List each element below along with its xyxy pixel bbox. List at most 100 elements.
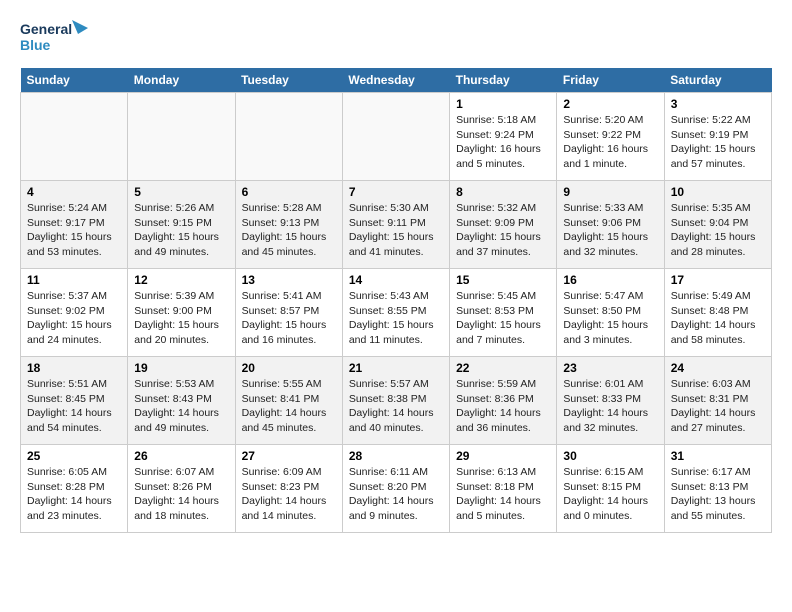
day-info: Sunrise: 5:47 AM Sunset: 8:50 PM Dayligh… [563,289,657,348]
day-info: Sunrise: 5:26 AM Sunset: 9:15 PM Dayligh… [134,201,228,260]
col-header-monday: Monday [128,68,235,93]
day-info: Sunrise: 6:05 AM Sunset: 8:28 PM Dayligh… [27,465,121,524]
calendar-cell: 7 Sunrise: 5:30 AM Sunset: 9:11 PM Daylig… [342,181,449,269]
calendar-cell [128,93,235,181]
col-header-friday: Friday [557,68,664,93]
day-info: Sunrise: 6:03 AM Sunset: 8:31 PM Dayligh… [671,377,765,436]
day-info: Sunrise: 5:30 AM Sunset: 9:11 PM Dayligh… [349,201,443,260]
day-info: Sunrise: 6:01 AM Sunset: 8:33 PM Dayligh… [563,377,657,436]
day-info: Sunrise: 5:20 AM Sunset: 9:22 PM Dayligh… [563,113,657,172]
calendar-cell: 6Sunrise: 5:28 AM Sunset: 9:13 PM Daylig… [235,181,342,269]
calendar-cell: 14 Sunrise: 5:43 AM Sunset: 8:55 PM Dayli… [342,269,449,357]
week-row-2: 4 Sunrise: 5:24 AM Sunset: 9:17 PM Daylig… [21,181,772,269]
week-row-1: 1 Sunrise: 5:18 AM Sunset: 9:24 PM Daylig… [21,93,772,181]
day-number: 21 [349,361,443,375]
day-number: 19 [134,361,228,375]
day-number: 26 [134,449,228,463]
calendar-cell: 18Sunrise: 5:51 AM Sunset: 8:45 PM Dayli… [21,357,128,445]
day-number: 10 [671,185,765,199]
day-info: Sunrise: 6:17 AM Sunset: 8:13 PM Dayligh… [671,465,765,524]
day-info: Sunrise: 5:39 AM Sunset: 9:00 PM Dayligh… [134,289,228,348]
calendar-cell [342,93,449,181]
week-row-4: 18Sunrise: 5:51 AM Sunset: 8:45 PM Dayli… [21,357,772,445]
day-number: 30 [563,449,657,463]
day-number: 4 [27,185,121,199]
week-row-5: 25 Sunrise: 6:05 AM Sunset: 8:28 PM Dayli… [21,445,772,533]
day-number: 18 [27,361,121,375]
day-number: 29 [456,449,550,463]
day-info: Sunrise: 5:55 AM Sunset: 8:41 PM Dayligh… [242,377,336,436]
day-number: 15 [456,273,550,287]
day-info: Sunrise: 5:32 AM Sunset: 9:09 PM Dayligh… [456,201,550,260]
day-number: 7 [349,185,443,199]
day-number: 28 [349,449,443,463]
calendar-cell: 15 Sunrise: 5:45 AM Sunset: 8:53 PM Dayli… [450,269,557,357]
calendar-cell: 29 Sunrise: 6:13 AM Sunset: 8:18 PM Dayli… [450,445,557,533]
calendar-cell: 30 Sunrise: 6:15 AM Sunset: 8:15 PM Dayli… [557,445,664,533]
day-number: 20 [242,361,336,375]
calendar-cell [235,93,342,181]
col-header-thursday: Thursday [450,68,557,93]
day-number: 8 [456,185,550,199]
calendar-cell: 21 Sunrise: 5:57 AM Sunset: 8:38 PM Dayli… [342,357,449,445]
calendar-cell: 5 Sunrise: 5:26 AM Sunset: 9:15 PM Daylig… [128,181,235,269]
day-number: 22 [456,361,550,375]
calendar-cell: 9 Sunrise: 5:33 AM Sunset: 9:06 PM Daylig… [557,181,664,269]
week-row-3: 11 Sunrise: 5:37 AM Sunset: 9:02 PM Dayli… [21,269,772,357]
calendar-cell: 24 Sunrise: 6:03 AM Sunset: 8:31 PM Dayli… [664,357,771,445]
day-number: 12 [134,273,228,287]
calendar-cell: 28Sunrise: 6:11 AM Sunset: 8:20 PM Dayli… [342,445,449,533]
day-info: Sunrise: 5:59 AM Sunset: 8:36 PM Dayligh… [456,377,550,436]
col-header-tuesday: Tuesday [235,68,342,93]
calendar-cell: 4 Sunrise: 5:24 AM Sunset: 9:17 PM Daylig… [21,181,128,269]
day-number: 2 [563,97,657,111]
day-number: 25 [27,449,121,463]
day-info: Sunrise: 5:35 AM Sunset: 9:04 PM Dayligh… [671,201,765,260]
col-header-wednesday: Wednesday [342,68,449,93]
page-header: GeneralBlue [20,16,772,56]
calendar-cell: 27Sunrise: 6:09 AM Sunset: 8:23 PM Dayli… [235,445,342,533]
day-info: Sunrise: 5:33 AM Sunset: 9:06 PM Dayligh… [563,201,657,260]
day-number: 3 [671,97,765,111]
day-number: 14 [349,273,443,287]
day-info: Sunrise: 6:13 AM Sunset: 8:18 PM Dayligh… [456,465,550,524]
day-info: Sunrise: 5:24 AM Sunset: 9:17 PM Dayligh… [27,201,121,260]
calendar-cell: 10 Sunrise: 5:35 AM Sunset: 9:04 PM Dayli… [664,181,771,269]
logo-svg: GeneralBlue [20,16,90,56]
day-info: Sunrise: 5:41 AM Sunset: 8:57 PM Dayligh… [242,289,336,348]
calendar-cell: 17Sunrise: 5:49 AM Sunset: 8:48 PM Dayli… [664,269,771,357]
day-info: Sunrise: 5:45 AM Sunset: 8:53 PM Dayligh… [456,289,550,348]
day-info: Sunrise: 5:37 AM Sunset: 9:02 PM Dayligh… [27,289,121,348]
calendar-cell: 8 Sunrise: 5:32 AM Sunset: 9:09 PM Daylig… [450,181,557,269]
calendar-cell [21,93,128,181]
day-number: 9 [563,185,657,199]
calendar-cell: 2 Sunrise: 5:20 AM Sunset: 9:22 PM Daylig… [557,93,664,181]
day-info: Sunrise: 5:22 AM Sunset: 9:19 PM Dayligh… [671,113,765,172]
day-info: Sunrise: 5:18 AM Sunset: 9:24 PM Dayligh… [456,113,550,172]
calendar-cell: 26Sunrise: 6:07 AM Sunset: 8:26 PM Dayli… [128,445,235,533]
day-number: 31 [671,449,765,463]
day-info: Sunrise: 5:49 AM Sunset: 8:48 PM Dayligh… [671,289,765,348]
day-number: 13 [242,273,336,287]
calendar-cell: 25 Sunrise: 6:05 AM Sunset: 8:28 PM Dayli… [21,445,128,533]
calendar-cell: 1 Sunrise: 5:18 AM Sunset: 9:24 PM Daylig… [450,93,557,181]
day-info: Sunrise: 5:53 AM Sunset: 8:43 PM Dayligh… [134,377,228,436]
calendar-table: SundayMondayTuesdayWednesdayThursdayFrid… [20,68,772,533]
day-number: 16 [563,273,657,287]
day-number: 1 [456,97,550,111]
calendar-cell: 3 Sunrise: 5:22 AM Sunset: 9:19 PM Daylig… [664,93,771,181]
day-info: Sunrise: 6:15 AM Sunset: 8:15 PM Dayligh… [563,465,657,524]
day-info: Sunrise: 5:43 AM Sunset: 8:55 PM Dayligh… [349,289,443,348]
day-number: 11 [27,273,121,287]
calendar-cell: 31 Sunrise: 6:17 AM Sunset: 8:13 PM Dayli… [664,445,771,533]
calendar-cell: 11 Sunrise: 5:37 AM Sunset: 9:02 PM Dayli… [21,269,128,357]
day-number: 23 [563,361,657,375]
svg-text:Blue: Blue [20,37,51,53]
calendar-cell: 20 Sunrise: 5:55 AM Sunset: 8:41 PM Dayli… [235,357,342,445]
calendar-cell: 13 Sunrise: 5:41 AM Sunset: 8:57 PM Dayli… [235,269,342,357]
day-number: 24 [671,361,765,375]
day-info: Sunrise: 5:57 AM Sunset: 8:38 PM Dayligh… [349,377,443,436]
day-number: 27 [242,449,336,463]
day-number: 5 [134,185,228,199]
day-info: Sunrise: 5:28 AM Sunset: 9:13 PM Dayligh… [242,201,336,260]
